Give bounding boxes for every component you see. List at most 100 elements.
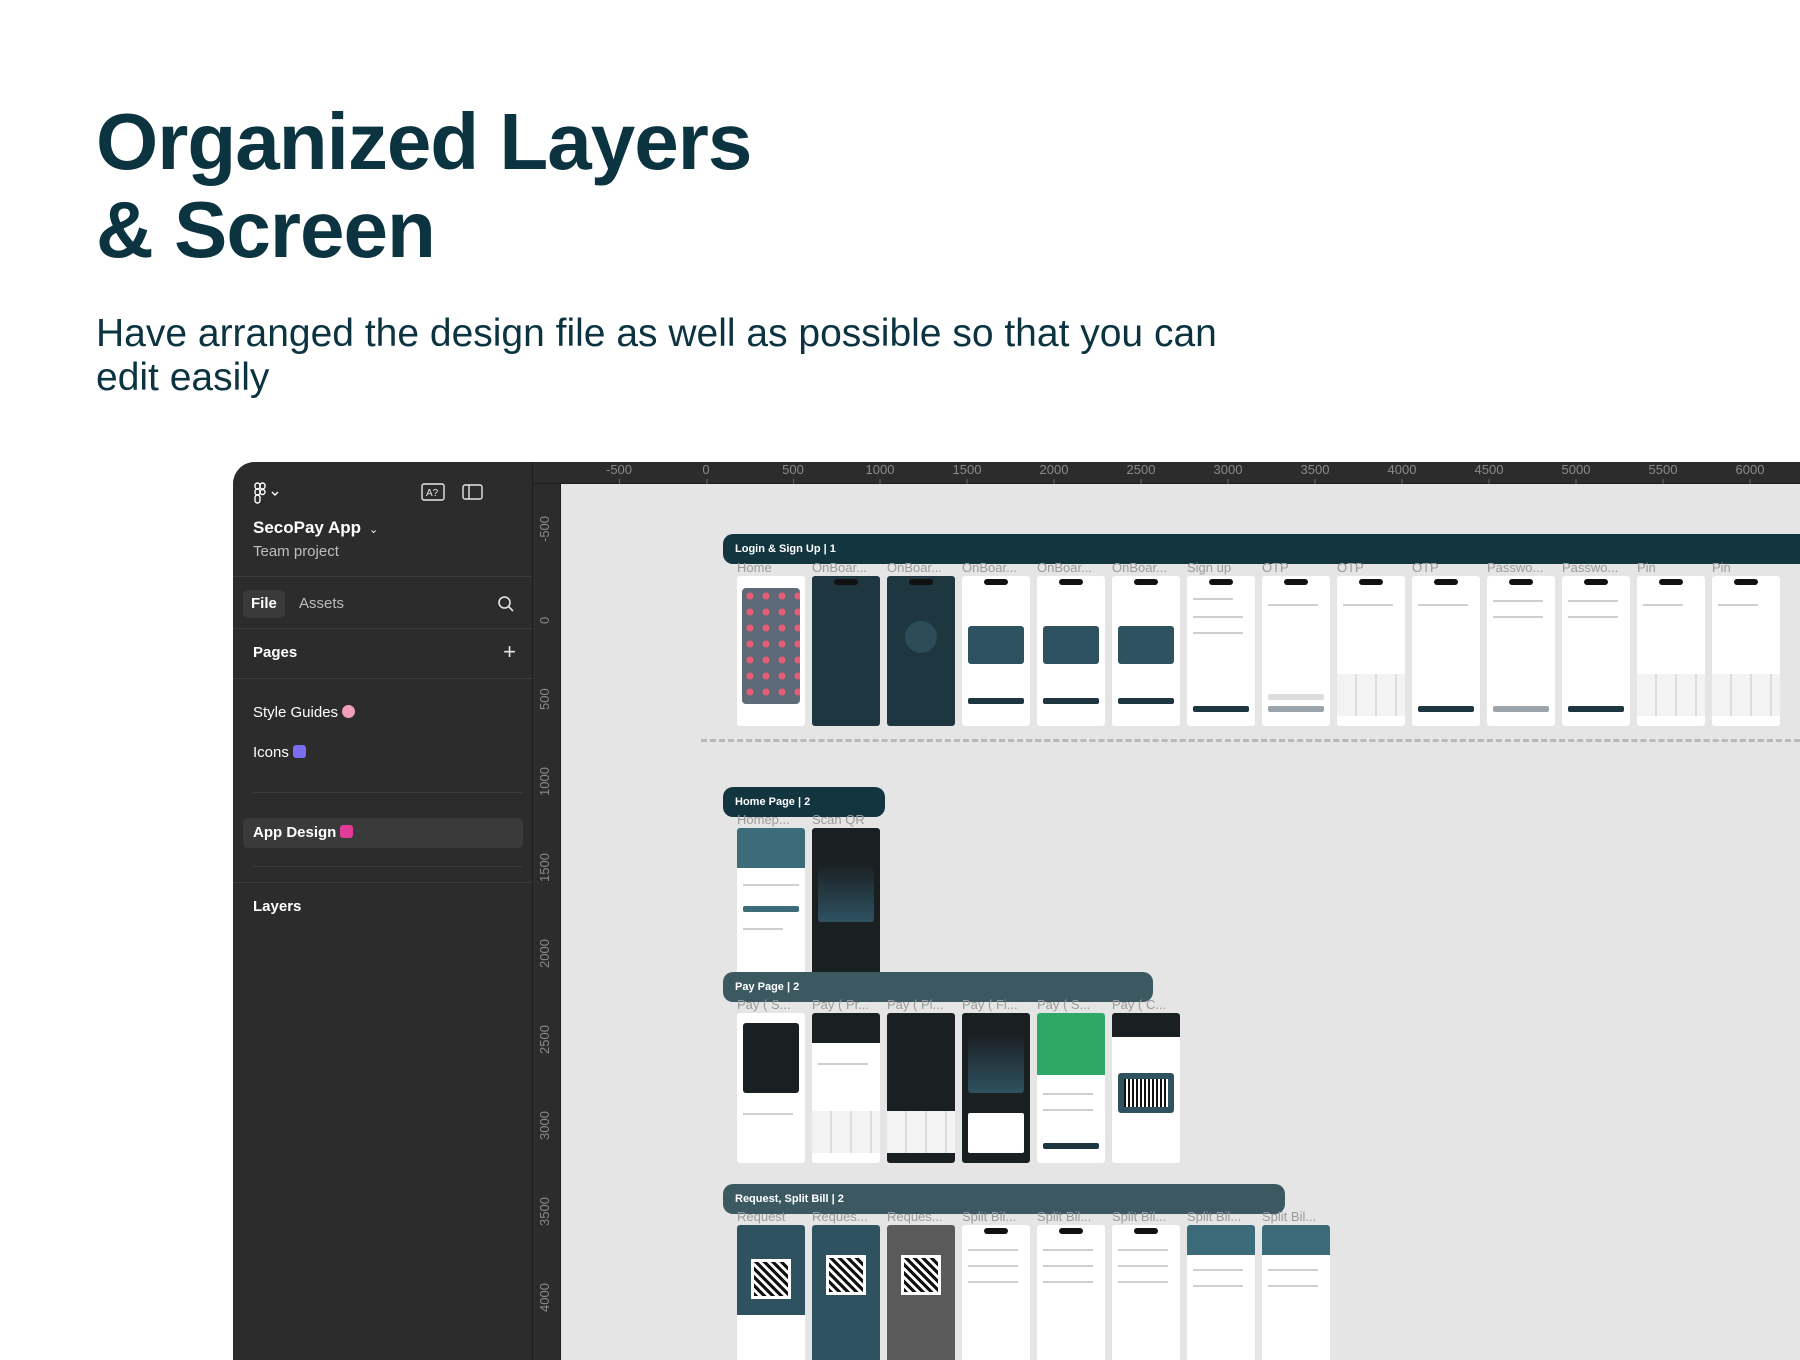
screen-frame[interactable] [812,1225,880,1360]
frame-label: OnBoar... [812,560,867,575]
screen-frame[interactable] [812,1013,880,1163]
frame-label: Pay ( Fi... [962,997,1018,1012]
screen-frame[interactable] [887,1013,955,1163]
screen-frame[interactable] [1262,1225,1330,1360]
ai-assist-icon[interactable]: A? [421,482,445,502]
screen-frame[interactable] [1337,576,1405,726]
tab-assets[interactable]: Assets [291,590,352,618]
design-canvas[interactable]: Login & Sign Up | 1 Home OnBoar... OnBoar.… [561,484,1800,1360]
frame-label: Pay ( S... [1037,997,1091,1012]
screen-frame[interactable] [737,1225,805,1360]
ruler-tick: 4000 [1387,462,1417,484]
ruler-tick: 2000 [537,939,552,968]
project-type: Team project [253,543,339,560]
screen-frame[interactable] [737,576,805,726]
ruler-tick: 3000 [537,1111,552,1140]
screen-frame[interactable] [962,576,1030,726]
layers-heading: Layers [253,898,302,915]
frame-label: OTP [1337,560,1364,575]
screen-frame[interactable] [962,1013,1030,1163]
frame-label: Home [737,560,772,575]
ruler-left: -500 0 500 1000 1500 2000 2500 3000 3500… [533,484,561,1360]
frame-label: Pay ( Pl... [887,997,944,1012]
hero-subtitle: Have arranged the design file as well as… [96,312,1217,399]
page-item-style-guides[interactable]: Style Guides [253,704,356,721]
pages-heading: Pages [253,644,298,661]
search-icon[interactable] [496,594,516,614]
screen-frame[interactable] [887,576,955,726]
tab-file[interactable]: File [243,590,285,618]
frame-label: Pay ( C... [1112,997,1167,1012]
ruler-tick: 0 [702,462,710,484]
sidebar-toolbar: A? [253,480,514,506]
left-sidebar: A? SecoPay App ⌄ Team project File Assets… [233,462,533,1360]
chevron-down-icon: ⌄ [369,524,379,536]
add-page-icon[interactable]: + [503,641,516,663]
screen-frame[interactable] [1112,1225,1180,1360]
ruler-tick: 6000 [1735,462,1765,484]
ruler-top: -500 0 500 1000 1500 2000 2500 3000 3500… [533,462,1800,484]
screen-frame[interactable] [887,1225,955,1360]
page-item-icons[interactable]: Icons [253,744,306,761]
frame-label: Reques... [812,1209,868,1224]
grid-icon [292,745,306,758]
frame-label: Split Bil... [1112,1209,1167,1224]
screen-frame[interactable] [1037,1013,1105,1163]
screen-frame[interactable] [1562,576,1630,726]
section-separator [701,739,1800,742]
figma-logo-icon[interactable] [253,482,281,504]
ruler-tick: -500 [605,462,633,484]
screen-frame[interactable] [962,1225,1030,1360]
frame-label: OnBoar... [1037,560,1092,575]
ruler-tick: 2500 [1126,462,1156,484]
frame-label: Homep... [737,812,790,827]
screen-frame[interactable] [1112,576,1180,726]
ruler-tick: 5500 [1648,462,1678,484]
frame-label: Split Bil... [1262,1209,1317,1224]
frame-label: OnBoar... [962,560,1017,575]
divider [233,576,532,577]
figma-window: A? SecoPay App ⌄ Team project File Assets… [233,462,1800,1360]
frame-labels-row: Pay ( S... Pay ( Pr... Pay ( Pl... Pay ( Fi… [737,997,1187,1012]
screen-frame[interactable] [737,828,805,978]
screen-frame[interactable] [1037,576,1105,726]
frame-label: OnBoar... [1112,560,1167,575]
project-name[interactable]: SecoPay App ⌄ [253,518,378,538]
ruler-tick: 1500 [537,853,552,882]
ruler-tick: 500 [537,688,552,710]
screen-frame[interactable] [1187,576,1255,726]
frame-label: OTP [1262,560,1289,575]
frame-label: Scan QR [812,812,865,827]
frame-label: OTP [1412,560,1439,575]
page-item-label: Icons [253,744,289,761]
screen-frame[interactable] [812,828,880,978]
screen-frame[interactable] [1637,576,1705,726]
frame-label: Sign up [1187,560,1232,575]
ruler-tick: 2500 [537,1025,552,1054]
divider [233,882,532,883]
screen-frame[interactable] [1112,1013,1180,1163]
project-name-label: SecoPay App [253,518,362,537]
screen-frame[interactable] [1187,1225,1255,1360]
frames-row-login [737,576,1780,726]
frame-label: Reques... [887,1209,943,1224]
frame-label: Split Bil... [962,1209,1017,1224]
screen-frame[interactable] [1712,576,1780,726]
ruler-tick: 0 [537,616,552,624]
screen-frame[interactable] [1487,576,1555,726]
screen-frame[interactable] [812,576,880,726]
screen-frame[interactable] [1262,576,1330,726]
divider [253,866,522,867]
frames-row-pay [737,1013,1180,1163]
screen-frame[interactable] [1412,576,1480,726]
frame-label: Split Bil... [1187,1209,1242,1224]
screen-frame[interactable] [737,1013,805,1163]
frame-label: OnBoar... [887,560,942,575]
page-item-app-design[interactable]: App Design [243,818,523,848]
divider [233,678,532,679]
panel-toggle-icon[interactable] [461,482,485,502]
screen-frame[interactable] [1037,1225,1105,1360]
hero-title-line-2: & Screen [96,185,436,274]
frame-label: Pin [1712,560,1731,575]
frame-labels-row: Home OnBoar... OnBoar... OnBoar... OnBoar...… [737,560,1787,575]
